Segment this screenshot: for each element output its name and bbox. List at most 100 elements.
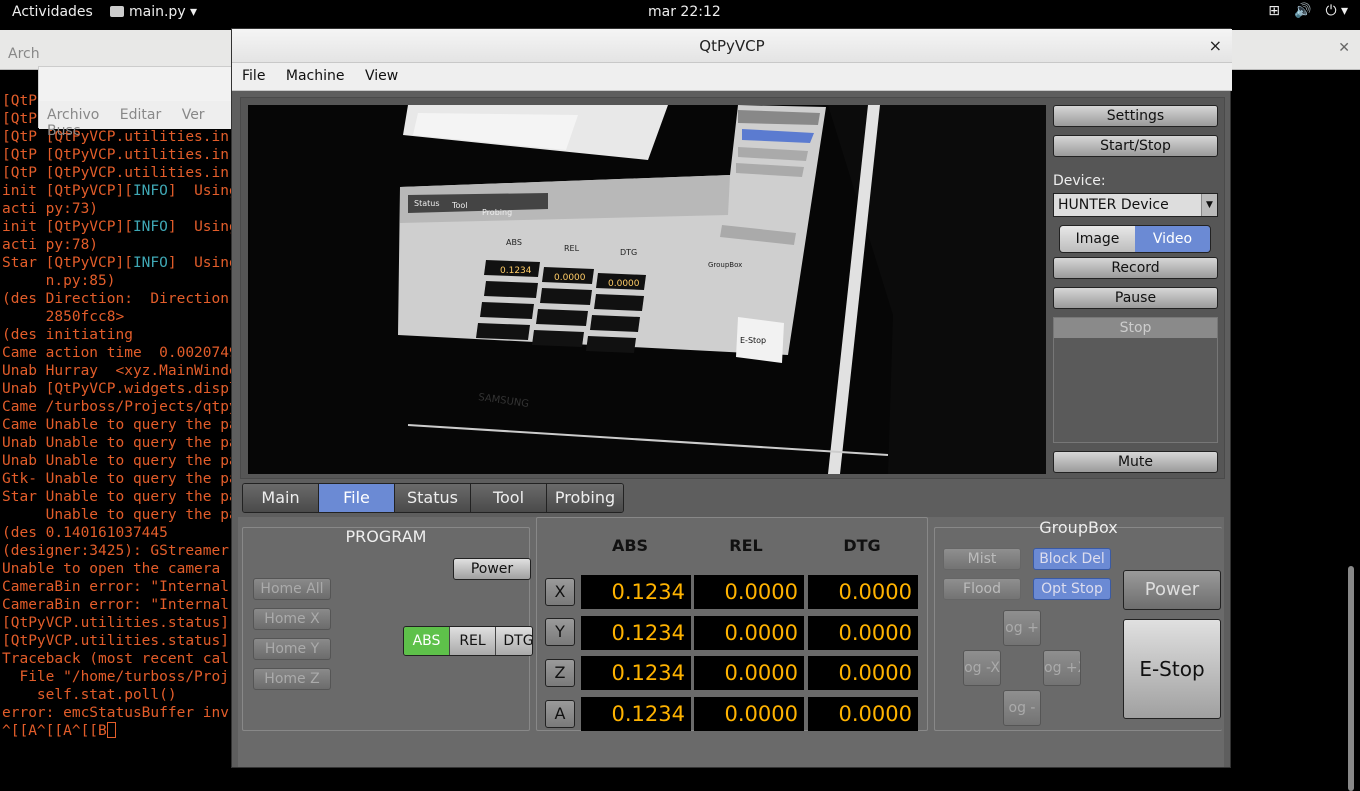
device-select[interactable]: HUNTER Device ▼ [1053,193,1218,217]
designer-menu-buscar[interactable]: Busc [47,123,80,139]
terminal-line: CameraBin error: "Internal [2,579,229,595]
activities-button[interactable]: Actividades [12,4,93,20]
terminal-line: Gtk- Unable to query the pa [2,471,238,487]
dtg-mode-button[interactable]: DTG [496,627,532,655]
record-button[interactable]: Record [1053,257,1218,279]
video-overlay-estop: E-Stop [740,336,766,345]
dro-z-rel: 0.0000 [694,656,804,690]
camera-panel: Status Tool Probing ABS REL DTG 0.1234 0… [240,97,1225,479]
video-overlay-x-abs: 0.1234 [500,266,532,276]
axis-a-button[interactable]: A [545,700,575,728]
video-overlay-x-dtg: 0.0000 [608,279,640,289]
jog-y-minus-button[interactable]: og - [1003,690,1041,726]
abs-mode-button[interactable]: ABS [404,627,450,655]
rel-mode-button[interactable]: REL [450,627,496,655]
dro-z-dtg: 0.0000 [808,656,918,690]
jog-x-plus-button[interactable]: og +X [1043,650,1081,686]
terminal-line: Unab Unable to query the pa [2,435,238,451]
block-delete-button[interactable]: Block Del [1033,548,1111,570]
terminal-line: ^[[A^[[A^[[B [2,722,238,740]
video-mode-button[interactable]: Video [1135,226,1210,252]
axis-y-button[interactable]: Y [545,618,575,646]
designer-menu: Archivo Editar Ver Busc [39,101,239,139]
control-panel: PROGRAM Home All Home X Home Y Home Z Po… [238,517,1224,767]
device-label: Device: [1053,173,1106,189]
stop-button[interactable]: Stop [1054,318,1217,338]
dro-header-abs: ABS [611,536,649,555]
video-overlay-x-rel: 0.0000 [554,273,586,283]
app-menu[interactable]: main.py ▾ [110,4,197,20]
qtpyvcp-window: QtPyVCP × File Machine View Status Tool … [231,28,1232,768]
terminal-line: [QtP [QtPyVCP.utilities.in [2,129,229,145]
start-stop-button[interactable]: Start/Stop [1053,135,1218,157]
jog-x-minus-button[interactable]: og -X [963,650,1001,686]
tab-status[interactable]: Status [395,484,471,512]
camera-video: Status Tool Probing ABS REL DTG 0.1234 0… [248,105,1046,474]
terminal-line: error: emcStatusBuffer inv [2,705,229,721]
home-z-button[interactable]: Home Z [253,668,331,690]
system-tray[interactable]: ⊞ 🔊 ⏻ ▾ [1268,3,1348,19]
menu-view[interactable]: View [355,63,398,84]
estop-button[interactable]: E-Stop [1123,619,1221,719]
clock[interactable]: mar 22:12 [648,4,721,20]
image-mode-button[interactable]: Image [1060,226,1135,252]
volume-icon: 🔊 [1294,3,1312,19]
device-select-value: HUNTER Device [1058,197,1169,213]
image-video-toggle[interactable]: Image Video [1059,225,1211,253]
terminal-line: (des 0.140161037445 [2,525,168,541]
video-overlay-dtg: DTG [620,248,637,257]
tab-probing[interactable]: Probing [547,484,623,512]
dro-a-abs: 0.1234 [581,697,691,731]
axis-z-button[interactable]: Z [545,659,575,687]
pause-button[interactable]: Pause [1053,287,1218,309]
home-y-button[interactable]: Home Y [253,638,331,660]
terminal-scrollbar[interactable] [1348,566,1354,791]
mist-button[interactable]: Mist [943,548,1021,570]
network-icon: ⊞ [1268,3,1280,19]
terminal-line: [QtP [QtPyVCP.utilities.in [2,165,229,181]
settings-button[interactable]: Settings [1053,105,1218,127]
designer-menu-ver[interactable]: Ver [182,107,205,123]
video-overlay-groupbox: GroupBox [708,261,742,269]
terminal-line: (des initiating [2,327,133,343]
terminal-line: 2850fcc8> [2,309,125,325]
terminal-line: self.stat.poll() [2,687,177,703]
menu-file[interactable]: File [232,63,265,84]
flood-button[interactable]: Flood [943,578,1021,600]
window-body: Status Tool Probing ABS REL DTG 0.1234 0… [232,91,1230,767]
terminal-cursor [106,722,116,738]
terminal-output: [QtP [QtP [QtP [QtPyVCP.utilities.in [QtP [… [2,92,238,740]
axis-x-button[interactable]: X [545,578,575,606]
mute-button[interactable]: Mute [1053,451,1218,473]
dro-x-rel: 0.0000 [694,575,804,609]
chevron-down-icon[interactable]: ▼ [1201,194,1217,216]
home-all-button[interactable]: Home All [253,578,331,600]
coordinate-mode-toggle[interactable]: ABS REL DTG [403,626,533,656]
menu-machine[interactable]: Machine [276,63,345,84]
jog-y-plus-button[interactable]: og + [1003,610,1041,646]
tab-tool[interactable]: Tool [471,484,547,512]
video-overlay-tab-status: Status [414,199,440,208]
stop-panel: Stop [1053,317,1218,443]
designer-menu-archivo[interactable]: Archivo [47,107,99,123]
close-icon[interactable]: ✕ [1338,40,1350,56]
terminal-line: acti py:78) [2,237,99,253]
terminal-line: Came action time 0.0020749 [2,345,238,361]
terminal-line: acti py:73) [2,201,99,217]
tab-main[interactable]: Main [243,484,319,512]
dro-a-dtg: 0.0000 [808,697,918,731]
video-frame: Status Tool Probing ABS REL DTG 0.1234 0… [248,105,1046,474]
power-button-small[interactable]: Power [453,558,531,580]
terminal-line: Star Unable to query the pa [2,489,238,505]
designer-menu-editar[interactable]: Editar [120,107,161,123]
terminal-line: [QtP [QtPyVCP.utilities.in [2,147,229,163]
home-x-button[interactable]: Home X [253,608,331,630]
optional-stop-button[interactable]: Opt Stop [1033,578,1111,600]
close-icon[interactable]: × [1209,29,1222,63]
power-button[interactable]: Power [1123,570,1221,610]
dro-header-dtg: DTG [843,536,881,555]
app-menu-label: main.py [129,4,186,20]
tab-file[interactable]: File [319,484,395,512]
terminal-line: Unable to query the pa [2,507,238,523]
power-icon: ⏻ ▾ [1325,3,1348,19]
